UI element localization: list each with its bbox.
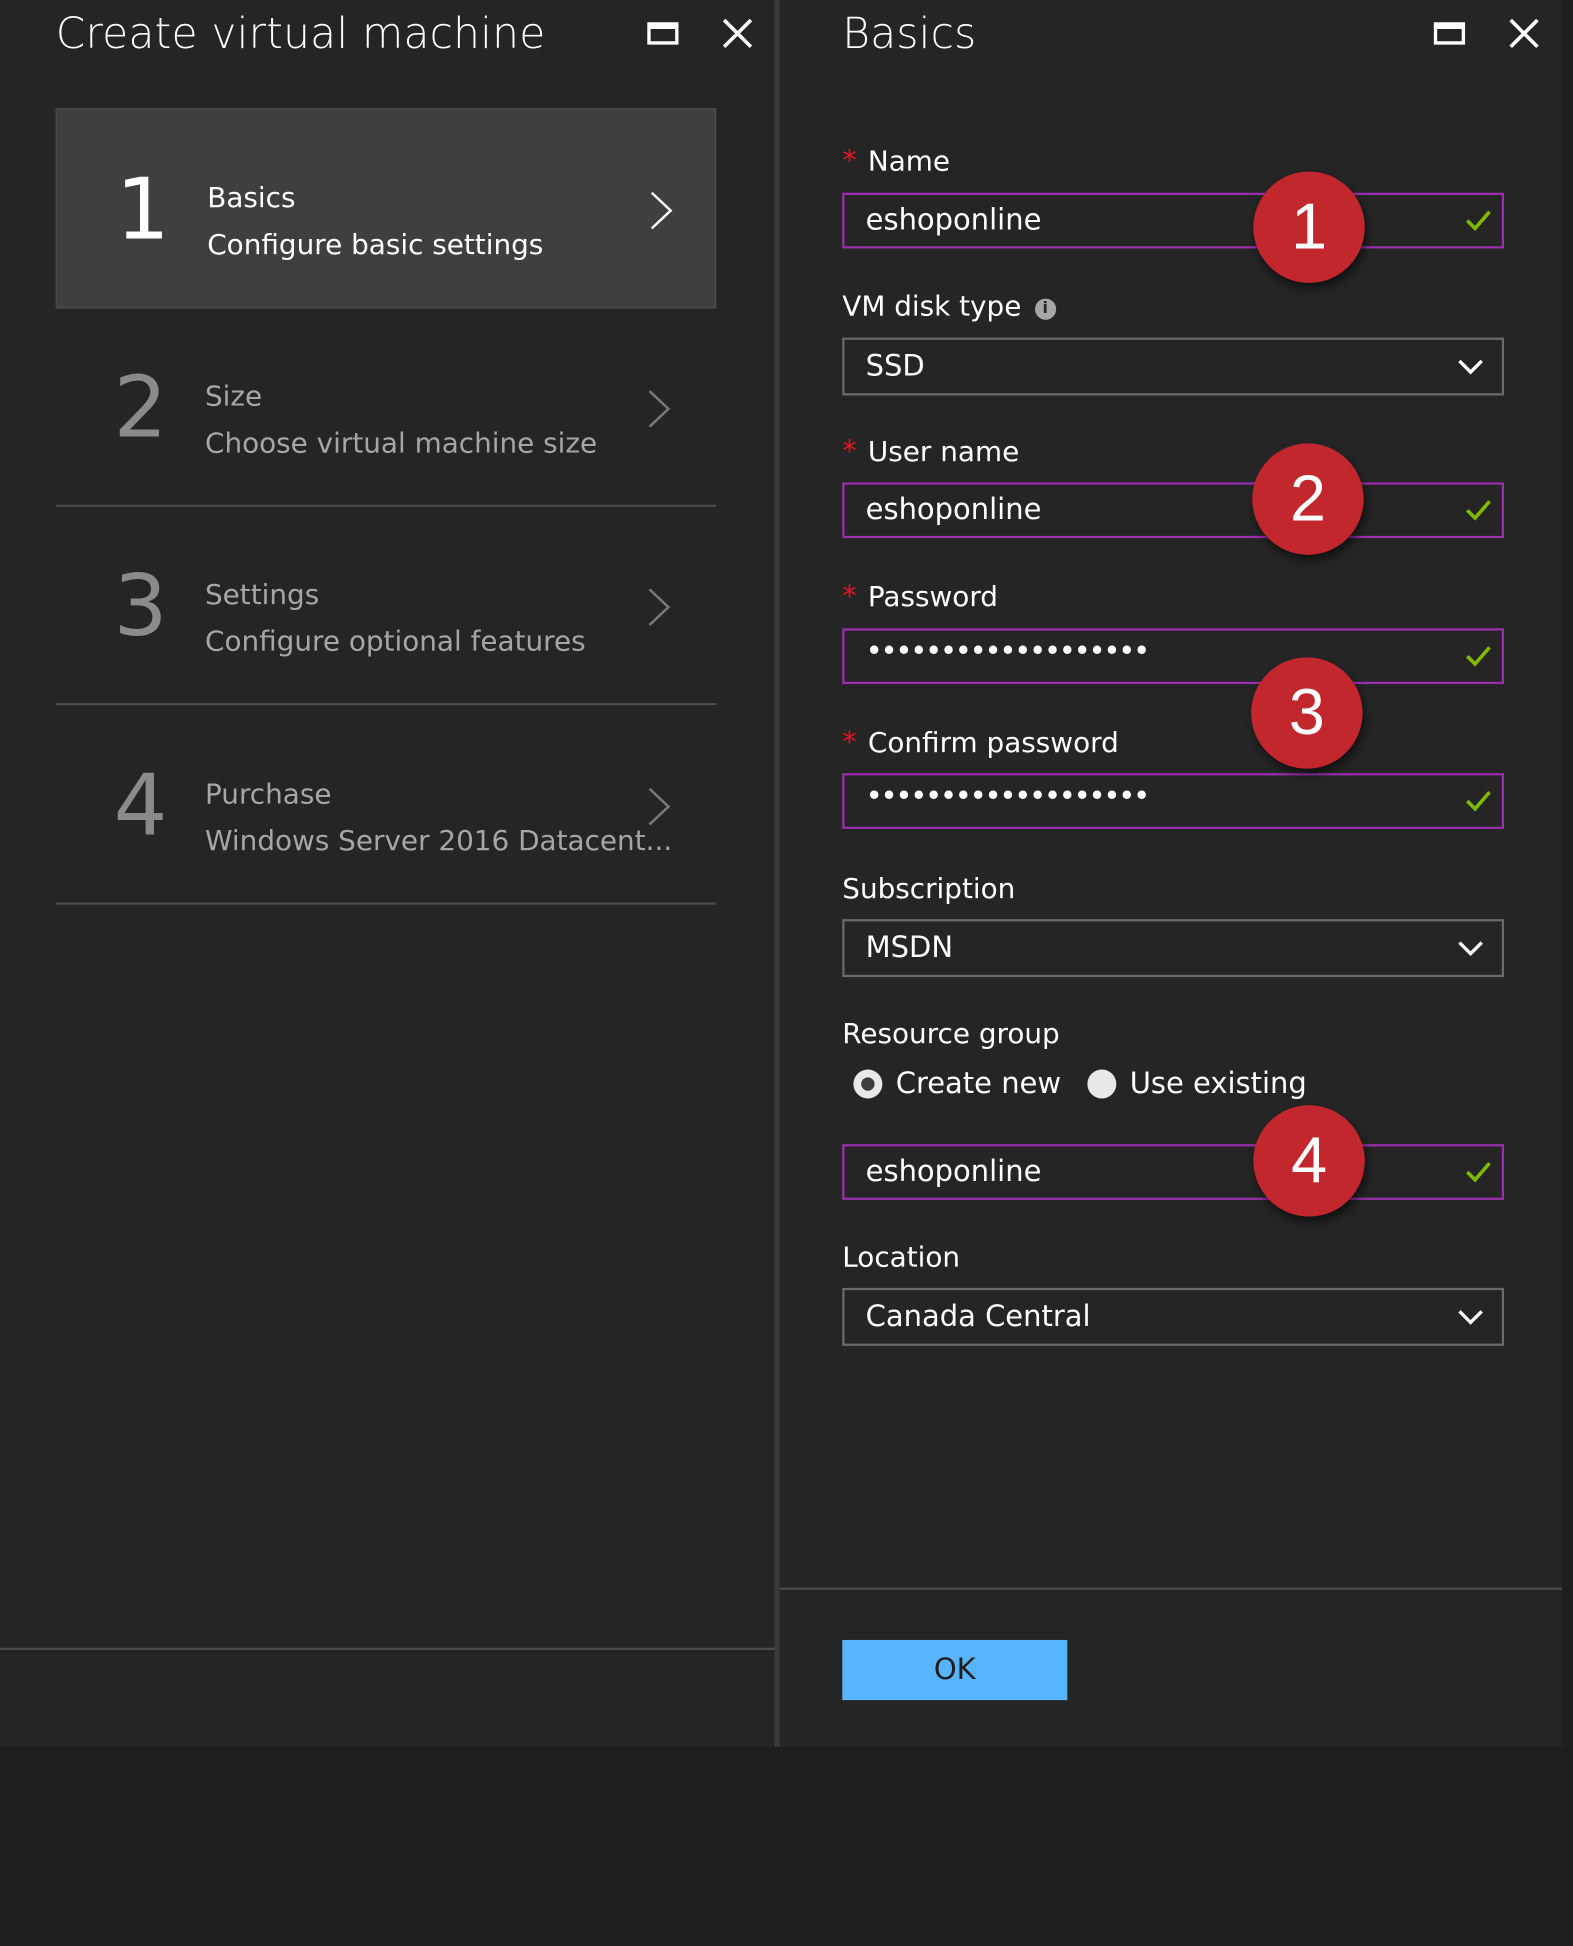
checkmark-icon (1466, 790, 1491, 812)
close-icon (722, 18, 753, 49)
maximize-button[interactable] (1429, 13, 1469, 53)
maximize-icon (647, 22, 679, 45)
callout-badge-2: 2 (1252, 443, 1364, 555)
step-title: Size (204, 379, 263, 413)
vm-disk-type-dropdown[interactable]: SSD (842, 337, 1505, 396)
step-purchase[interactable]: 4 Purchase Windows Server 2016 Datacent.… (55, 706, 717, 905)
chevron-down-icon (1458, 941, 1483, 957)
maximize-icon (1433, 22, 1466, 45)
step-subtitle: Configure optional features (204, 625, 586, 658)
subscription-dropdown[interactable]: MSDN (842, 919, 1505, 978)
label-text: Name (867, 144, 951, 178)
required-marker: * (842, 144, 857, 179)
step-basics[interactable]: 1 Basics Configure basic settings (55, 108, 717, 309)
close-button[interactable] (1504, 13, 1544, 53)
vm-disk-type-label: VM disk type i (842, 290, 1056, 322)
name-label: * Name (842, 145, 950, 178)
chevron-right-icon (648, 787, 671, 826)
location-dropdown[interactable]: Canada Central (842, 1287, 1505, 1346)
radio-selected-icon (853, 1069, 883, 1099)
confirm-password-label: * Confirm password (842, 726, 1118, 759)
location-label: Location (842, 1241, 961, 1274)
ok-button[interactable]: OK (842, 1639, 1068, 1701)
checkmark-icon (1466, 646, 1491, 667)
chevron-right-icon (650, 191, 673, 230)
field-value: eshoponline (865, 203, 1042, 238)
chevron-down-icon (1458, 1310, 1483, 1325)
required-marker: * (842, 580, 857, 614)
footer-divider (779, 1587, 1562, 1590)
step-settings[interactable]: 3 Settings Configure optional features (55, 507, 717, 706)
step-subtitle: Windows Server 2016 Datacent... (204, 824, 673, 857)
maximize-button[interactable] (643, 13, 683, 53)
blade-title: Create virtual machine (55, 8, 546, 58)
step-subtitle: Configure basic settings (207, 228, 544, 261)
checkmark-icon (1466, 1161, 1491, 1183)
subscription-label: Subscription (842, 872, 1016, 905)
resource-group-field[interactable]: eshoponline (842, 1144, 1505, 1200)
selected-value: Canada Central (865, 1300, 1091, 1334)
footer-divider (0, 1647, 775, 1650)
user-name-label: * User name (842, 436, 1019, 469)
name-field[interactable]: eshoponline (842, 192, 1505, 249)
create-vm-blade: Create virtual machine 1 Basics Configur… (0, 0, 775, 1747)
field-value: eshoponline (865, 1155, 1042, 1189)
required-marker: * (842, 726, 857, 760)
label-text: Confirm password (867, 726, 1119, 759)
step-number: 2 (113, 357, 168, 457)
close-button[interactable] (717, 13, 757, 53)
blade-title: Basics (842, 8, 977, 58)
step-title: Settings (204, 578, 320, 611)
resource-group-label: Resource group (842, 1017, 1060, 1050)
step-subtitle: Choose virtual machine size (204, 426, 598, 460)
masked-value: ••••••••••••••••••• (865, 635, 1151, 669)
step-number: 3 (113, 555, 168, 656)
right-edge (1561, 0, 1573, 1747)
label-text: User name (867, 435, 1020, 468)
user-name-field[interactable]: eshoponline (842, 482, 1505, 539)
password-label: * Password (842, 580, 998, 613)
callout-badge-3: 3 (1251, 657, 1363, 769)
selected-value: SSD (865, 349, 925, 384)
radio-unselected-icon (1087, 1069, 1117, 1099)
create-new-radio[interactable]: Create new (853, 1067, 1062, 1101)
use-existing-radio[interactable]: Use existing (1087, 1067, 1307, 1101)
radio-label: Create new (895, 1067, 1062, 1101)
step-number: 4 (113, 755, 168, 855)
step-title: Purchase (204, 777, 332, 810)
label-text: VM disk type (842, 289, 1022, 322)
step-title: Basics (207, 181, 296, 214)
step-size[interactable]: 2 Size Choose virtual machine size (55, 309, 717, 507)
masked-value: ••••••••••••••••••• (865, 779, 1151, 814)
callout-badge-4: 4 (1253, 1105, 1365, 1217)
radio-label: Use existing (1129, 1067, 1307, 1101)
checkmark-icon (1466, 500, 1491, 521)
password-field[interactable]: ••••••••••••••••••• (842, 628, 1505, 685)
chevron-down-icon (1458, 359, 1483, 375)
label-text: Password (867, 580, 998, 613)
chevron-right-icon (648, 588, 671, 626)
callout-badge-1: 1 (1253, 171, 1365, 283)
field-value: eshoponline (865, 493, 1042, 527)
required-marker: * (842, 435, 857, 470)
step-number: 1 (115, 159, 170, 259)
chevron-right-icon (648, 390, 671, 428)
confirm-password-field[interactable]: ••••••••••••••••••• (842, 773, 1505, 829)
checkmark-icon (1466, 210, 1491, 232)
selected-value: MSDN (865, 931, 954, 965)
info-icon[interactable]: i (1034, 298, 1056, 320)
close-icon (1509, 18, 1539, 49)
